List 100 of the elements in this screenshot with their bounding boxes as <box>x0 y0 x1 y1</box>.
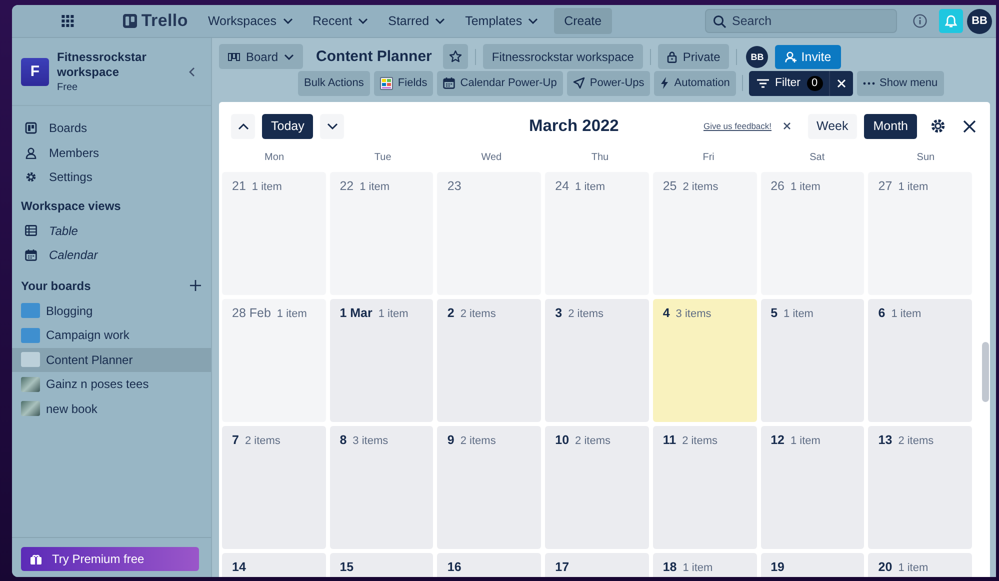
weekday-label: Mon <box>264 151 285 163</box>
board-view-icon <box>228 52 240 60</box>
toolbar-button[interactable]: Power-Ups <box>566 70 650 96</box>
sidebar-item[interactable]: Boards <box>12 116 211 140</box>
scrollbar[interactable] <box>982 342 989 402</box>
day-cell[interactable]: 20 1 item <box>868 553 972 577</box>
day-cell[interactable]: 24 1 item <box>545 172 649 295</box>
clear-filter-button[interactable] <box>828 70 852 96</box>
day-number: 17 <box>555 560 570 574</box>
day-cell[interactable]: 22 1 item <box>330 172 434 295</box>
day-cell[interactable]: 21 1 item <box>222 172 326 295</box>
table-icon <box>25 225 37 236</box>
caret-icon <box>282 18 292 24</box>
dismiss-icon[interactable] <box>782 122 791 130</box>
item-count: 1 item <box>790 435 820 447</box>
create-button[interactable]: Create <box>554 8 612 34</box>
invite-button[interactable]: Invite <box>775 44 842 68</box>
board-item[interactable]: Blogging <box>12 298 211 323</box>
day-cell[interactable]: 11 2 items <box>652 426 757 549</box>
nav-menu-button[interactable]: Workspaces <box>200 9 300 33</box>
feedback-link[interactable]: Give us feedback! <box>703 121 772 131</box>
day-cell[interactable]: 23 <box>437 172 542 295</box>
caret-icon <box>435 18 446 24</box>
filter-button[interactable]: Filter 0 <box>748 70 828 96</box>
board-item[interactable]: new book <box>12 396 211 421</box>
logo-text[interactable]: Trello <box>141 11 188 31</box>
sidebar-item[interactable]: Calendar <box>12 243 211 268</box>
item-count: 2 items <box>898 435 934 447</box>
nav-menu-button[interactable]: Starred <box>380 9 454 33</box>
day-number: 27 <box>878 179 892 193</box>
day-cell[interactable]: 25 2 items <box>652 172 757 295</box>
toolbar-button[interactable]: Automation <box>654 70 736 96</box>
next-button[interactable] <box>320 114 344 138</box>
item-count: 2 items <box>568 308 604 320</box>
nav-menu-button[interactable]: Recent <box>304 9 376 33</box>
toolbar-button[interactable]: Bulk Actions <box>298 70 370 96</box>
star-button[interactable] <box>442 44 468 69</box>
plus-icon[interactable] <box>190 280 201 291</box>
visibility-button[interactable]: Private <box>658 44 730 69</box>
day-number: 5 <box>770 306 778 320</box>
item-count: 2 items <box>460 435 496 447</box>
day-cell[interactable]: 8 3 items <box>330 426 434 549</box>
info-icon[interactable] <box>913 14 928 28</box>
show-menu-button[interactable]: Show menu <box>856 70 944 96</box>
nav-menu-button[interactable]: Templates <box>457 9 546 33</box>
search-icon <box>713 15 726 28</box>
day-cell[interactable]: 26 1 item <box>760 172 864 295</box>
day-number: 10 <box>555 433 570 447</box>
day-cell[interactable]: 16 <box>437 553 542 577</box>
board-title[interactable]: Content Planner <box>308 48 438 65</box>
day-cell[interactable]: 12 1 item <box>760 426 864 549</box>
sidebar-item[interactable]: Members <box>12 140 211 165</box>
item-count: 2 items <box>682 435 718 447</box>
day-number: 20 <box>878 560 892 574</box>
collapse-icon[interactable] <box>189 66 195 76</box>
day-cell[interactable]: 13 2 items <box>868 426 972 549</box>
day-cell[interactable]: 7 2 items <box>222 426 326 549</box>
item-count: 1 item <box>378 308 408 320</box>
toolbar-button[interactable]: Fields <box>374 70 434 96</box>
settings-icon[interactable] <box>930 118 946 134</box>
day-cell[interactable]: 9 2 items <box>437 426 542 549</box>
premium-button[interactable]: Try Premium free <box>21 547 199 571</box>
workspace-button[interactable]: Fitnessrockstar workspace <box>482 44 643 69</box>
board-item[interactable]: Gainz n poses tees <box>12 372 211 396</box>
day-cell[interactable]: 2 2 items <box>437 299 542 422</box>
day-number: 3 <box>555 306 562 320</box>
day-cell[interactable]: 28 Feb 1 item <box>222 299 326 422</box>
close-icon[interactable] <box>963 120 976 132</box>
item-count: 1 item <box>898 562 928 574</box>
today-button[interactable]: Today <box>262 114 314 138</box>
day-cell[interactable]: 17 <box>545 553 649 577</box>
avatar[interactable]: BB <box>967 8 992 34</box>
day-cell[interactable]: 1 Mar 1 item <box>330 299 434 422</box>
board-view-button[interactable]: Board <box>219 44 304 69</box>
day-cell[interactable]: 10 2 items <box>545 426 649 549</box>
day-cell[interactable]: 6 1 item <box>868 299 972 422</box>
day-cell[interactable]: 18 1 item <box>652 553 757 577</box>
member-avatar[interactable]: BB <box>746 46 768 68</box>
previous-button[interactable] <box>231 114 255 138</box>
day-cell[interactable]: 3 2 items <box>545 299 649 422</box>
day-number: 9 <box>447 433 454 447</box>
sidebar-item[interactable]: Table <box>12 218 211 243</box>
view-mode-tab[interactable]: Month <box>864 114 917 138</box>
board-item[interactable]: Campaign work <box>12 323 211 348</box>
day-cell[interactable]: 15 <box>330 553 434 577</box>
search-field[interactable]: Search <box>705 9 898 33</box>
view-mode-tab[interactable]: Week <box>808 114 858 138</box>
board-item[interactable]: Content Planner <box>12 348 211 372</box>
day-number: 21 <box>232 179 246 193</box>
item-count: 2 items <box>244 435 280 447</box>
item-count: 1 item <box>252 181 282 193</box>
day-cell[interactable]: 5 1 item <box>760 299 864 422</box>
toolbar-button[interactable]: Calendar Power-Up <box>437 70 563 96</box>
day-cell[interactable]: 4 3 items <box>652 299 757 422</box>
sidebar-item[interactable]: Settings <box>12 165 211 190</box>
day-cell[interactable]: 19 <box>760 553 864 577</box>
day-number: 23 <box>447 179 462 193</box>
day-cell[interactable]: 27 1 item <box>868 172 972 295</box>
item-count: 1 item <box>360 181 390 193</box>
day-cell[interactable]: 14 <box>222 553 326 577</box>
